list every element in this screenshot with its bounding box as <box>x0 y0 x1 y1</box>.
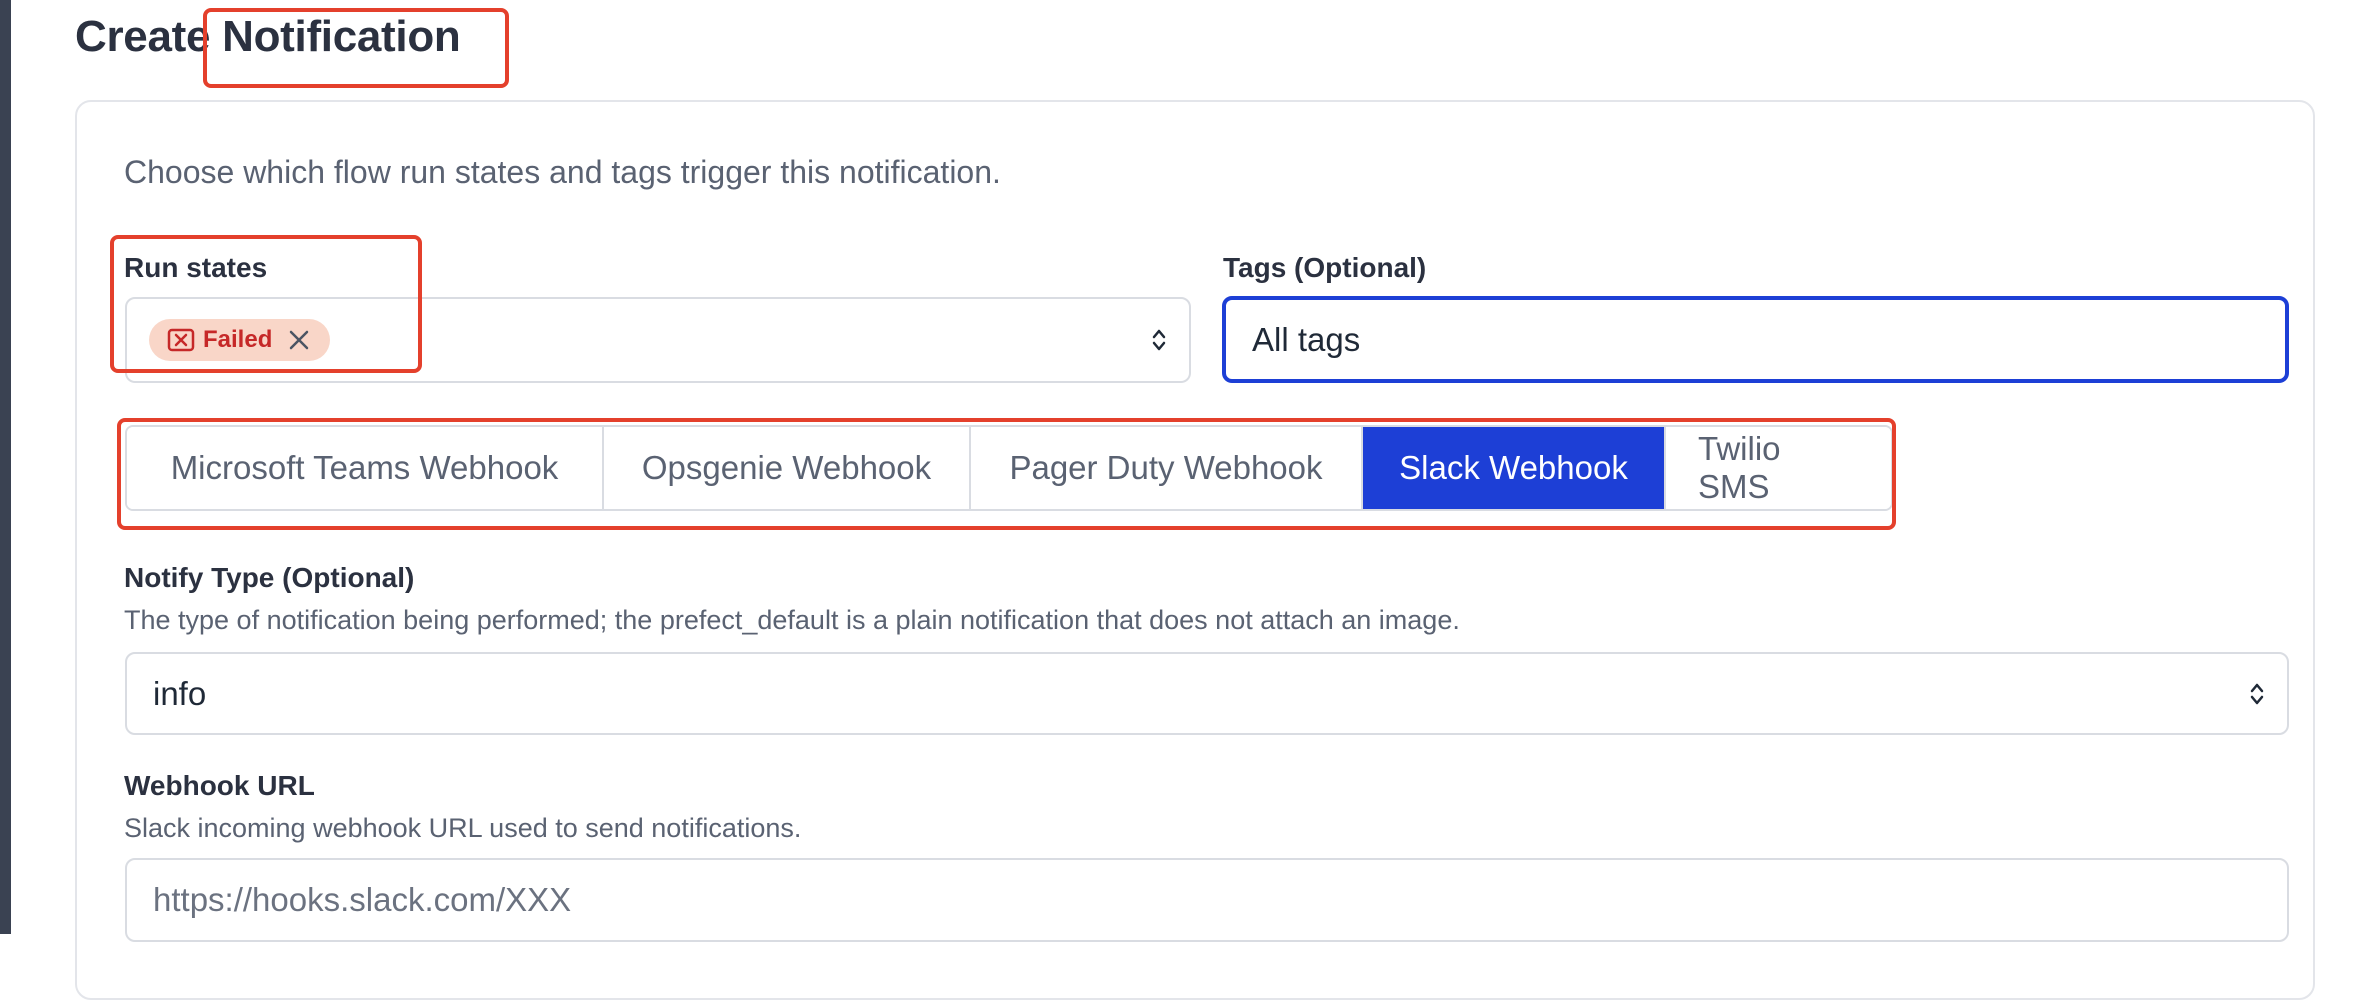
webhook-url-input[interactable]: https://hooks.slack.com/XXX <box>125 858 2289 942</box>
close-icon[interactable] <box>286 327 312 353</box>
tags-input-placeholder: All tags <box>1252 320 1361 358</box>
notify-type-select[interactable]: info <box>125 652 2289 735</box>
x-square-icon <box>167 328 195 352</box>
page-title: Create Notification <box>75 12 461 62</box>
tags-input[interactable]: All tags <box>1222 296 2289 383</box>
tab-pager-duty-webhook[interactable]: Pager Duty Webhook <box>971 427 1363 509</box>
failed-state-chip: Failed <box>149 319 331 361</box>
notify-type-label: Notify Type (Optional) <box>124 562 415 593</box>
chevron-up-down-icon <box>1152 329 1166 351</box>
page-title-highlight: Notification <box>222 12 461 61</box>
webhook-url-placeholder: https://hooks.slack.com/XXX <box>153 881 572 918</box>
notification-type-tabs: Microsoft Teams Webhook Opsgenie Webhook… <box>125 425 1893 511</box>
webhook-url-help: Slack incoming webhook URL used to send … <box>124 813 802 843</box>
notify-type-value: info <box>153 674 207 712</box>
chevron-up-down-icon <box>2250 683 2264 704</box>
tab-slack-webhook[interactable]: Slack Webhook <box>1363 427 1666 509</box>
tab-opsgenie-webhook[interactable]: Opsgenie Webhook <box>604 427 971 509</box>
tags-label: Tags (Optional) <box>1223 252 1427 283</box>
run-states-select[interactable]: Failed <box>125 297 1191 383</box>
failed-chip-label: Failed <box>203 326 273 353</box>
tab-twilio-sms[interactable]: Twilio SMS <box>1666 427 1891 509</box>
tab-microsoft-teams-webhook[interactable]: Microsoft Teams Webhook <box>127 427 604 509</box>
notify-type-help: The type of notification being performed… <box>124 605 1460 635</box>
page-title-prefix: Create <box>75 12 211 61</box>
webhook-url-label: Webhook URL <box>124 770 315 801</box>
run-states-label: Run states <box>124 252 268 283</box>
left-sidebar-edge <box>0 0 11 934</box>
form-intro-text: Choose which flow run states and tags tr… <box>124 154 1001 190</box>
